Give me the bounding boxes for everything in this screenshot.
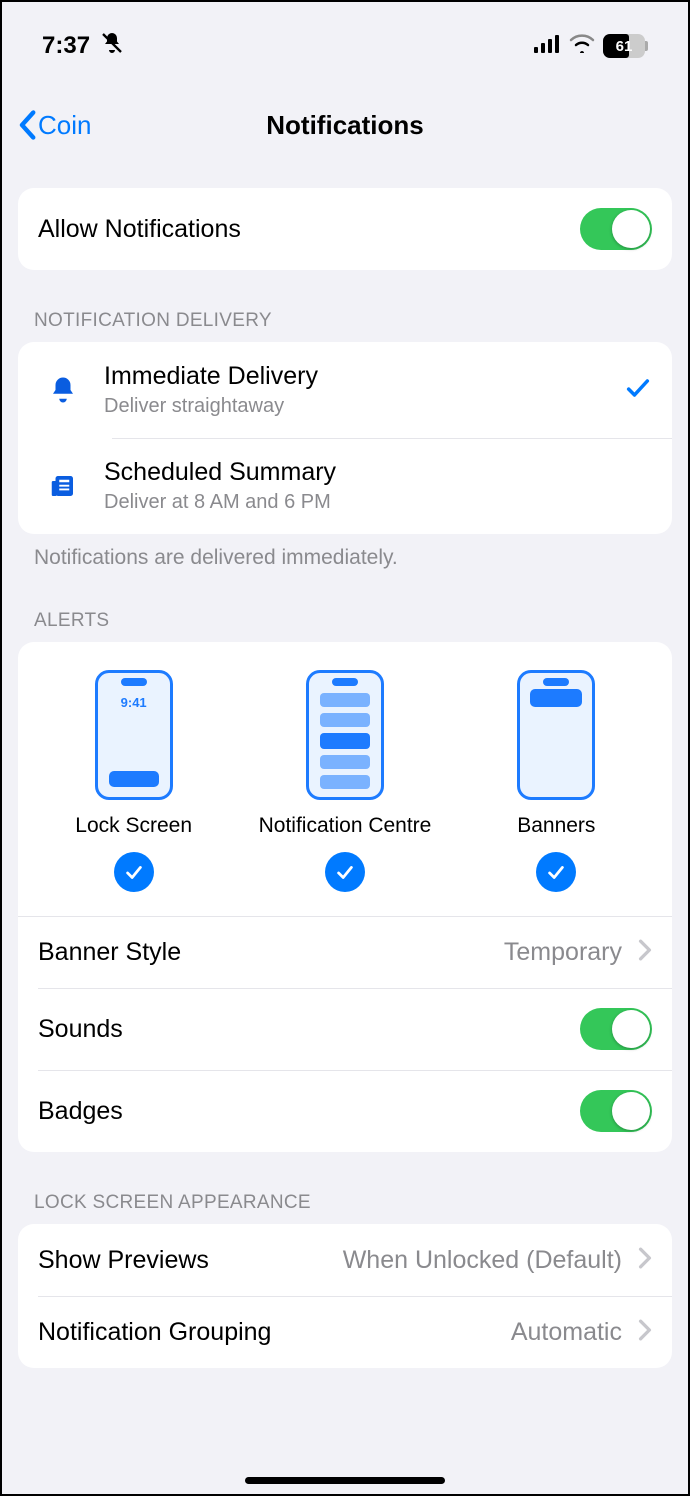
bell-icon (38, 375, 88, 405)
alerts-header: ALERTS (18, 610, 672, 642)
banner-style-label: Banner Style (38, 938, 488, 967)
show-previews-label: Show Previews (38, 1246, 209, 1275)
banner-style-row[interactable]: Banner Style Temporary (18, 916, 672, 988)
alert-banners-label: Banners (517, 814, 595, 838)
delivery-scheduled-title: Scheduled Summary (104, 458, 652, 487)
battery-icon: 61 (603, 34, 648, 58)
status-left: 7:37 (42, 31, 124, 62)
badges-label: Badges (38, 1097, 564, 1126)
alert-nc-check[interactable] (325, 852, 365, 892)
show-previews-row[interactable]: Show Previews When Unlocked (Default) (18, 1224, 672, 1296)
notification-grouping-value: Automatic (511, 1318, 622, 1347)
delivery-immediate-title: Immediate Delivery (104, 362, 608, 391)
notification-grouping-label: Notification Grouping (38, 1318, 271, 1347)
show-previews-value: When Unlocked (Default) (343, 1246, 622, 1275)
delivery-scheduled-row[interactable]: Scheduled Summary Deliver at 8 AM and 6 … (18, 438, 672, 534)
notification-grouping-row[interactable]: Notification Grouping Automatic (18, 1296, 672, 1368)
allow-notifications-row[interactable]: Allow Notifications (18, 188, 672, 270)
delivery-immediate-sub: Deliver straightaway (104, 395, 608, 418)
back-button[interactable]: Coin (18, 110, 91, 141)
chevron-right-icon (638, 1319, 652, 1346)
nav-bar: Coin Notifications (2, 90, 688, 160)
cell-signal-icon (534, 32, 561, 60)
allow-notifications-label: Allow Notifications (38, 215, 564, 244)
alert-notification-centre[interactable]: Notification Centre (240, 670, 449, 892)
delivery-header: NOTIFICATION DELIVERY (18, 310, 672, 342)
alert-banners[interactable]: Banners (452, 670, 661, 892)
lockscreen-header: LOCK SCREEN APPEARANCE (18, 1192, 672, 1224)
banner-style-value: Temporary (504, 938, 622, 967)
silent-icon (100, 31, 124, 62)
chevron-right-icon (638, 1247, 652, 1274)
lockscreen-preview-icon: 9:41 (95, 670, 173, 800)
status-right: 61 (534, 32, 648, 60)
home-indicator[interactable] (245, 1477, 445, 1484)
delivery-scheduled-sub: Deliver at 8 AM and 6 PM (104, 491, 652, 514)
alert-banners-check[interactable] (536, 852, 576, 892)
checkmark-icon (624, 374, 652, 407)
badges-toggle[interactable] (580, 1090, 652, 1132)
alert-lockscreen[interactable]: 9:41 Lock Screen (29, 670, 238, 892)
allow-notifications-toggle[interactable] (580, 208, 652, 250)
banners-preview-icon (517, 670, 595, 800)
battery-pct: 61 (603, 38, 645, 55)
alerts-preview-row: 9:41 Lock Screen (18, 642, 672, 916)
alert-lockscreen-check[interactable] (114, 852, 154, 892)
back-label: Coin (38, 110, 91, 141)
status-bar: 7:37 61 (2, 2, 688, 72)
page-title: Notifications (266, 110, 423, 141)
delivery-footer: Notifications are delivered immediately. (18, 534, 672, 570)
wifi-icon (569, 32, 595, 60)
status-time: 7:37 (42, 32, 90, 60)
badges-row[interactable]: Badges (18, 1070, 672, 1152)
alert-lockscreen-label: Lock Screen (75, 814, 192, 838)
alert-nc-label: Notification Centre (259, 814, 432, 838)
delivery-immediate-row[interactable]: Immediate Delivery Deliver straightaway (18, 342, 672, 438)
sounds-label: Sounds (38, 1015, 564, 1044)
newspaper-icon (38, 471, 88, 501)
notification-centre-preview-icon (306, 670, 384, 800)
sounds-toggle[interactable] (580, 1008, 652, 1050)
sounds-row[interactable]: Sounds (18, 988, 672, 1070)
chevron-right-icon (638, 939, 652, 966)
